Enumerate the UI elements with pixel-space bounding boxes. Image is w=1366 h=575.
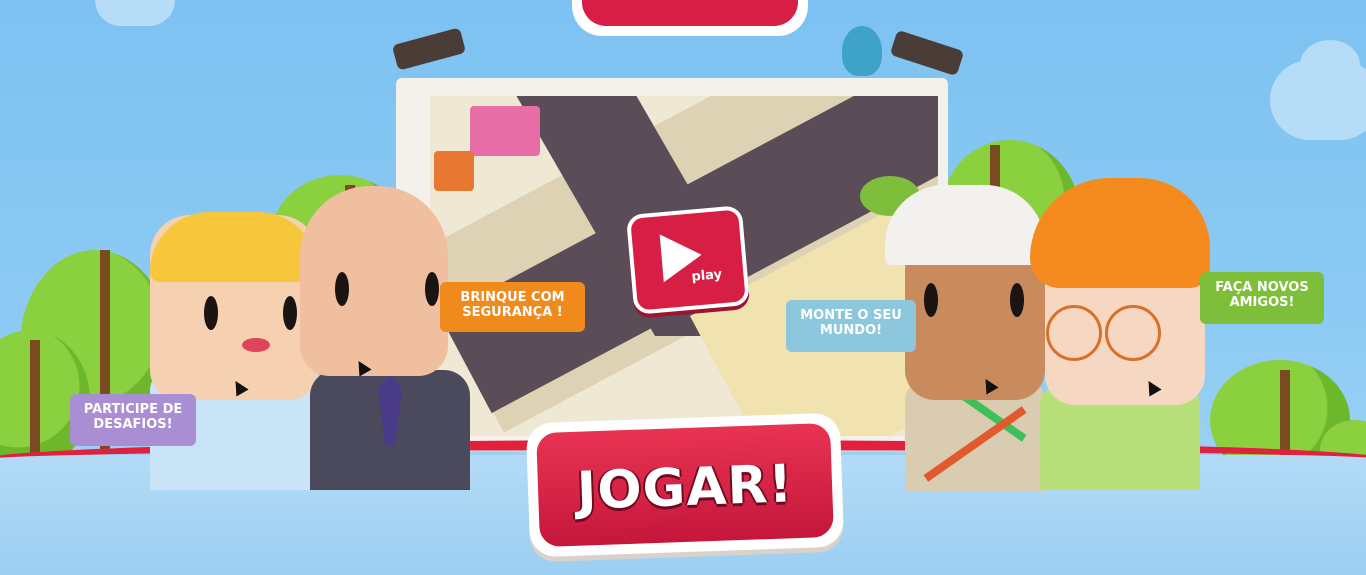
play-game-button[interactable]: JOGAR! xyxy=(525,412,845,558)
cap-icon xyxy=(885,185,1045,265)
bubble-faca: FAÇA NOVOS AMIGOS! xyxy=(1200,272,1324,324)
billboard-lamp xyxy=(391,27,467,71)
bubble-participe: PARTICIPE DE DESAFIOS! xyxy=(70,394,196,446)
play-label: play xyxy=(690,267,723,285)
play-game-label: JOGAR! xyxy=(575,454,795,522)
cloud xyxy=(95,0,175,26)
eye-icon xyxy=(924,283,938,317)
cloud xyxy=(1300,40,1360,90)
glasses-icon xyxy=(1105,305,1161,361)
house-icon xyxy=(470,106,540,156)
billboard-lamp xyxy=(889,29,965,77)
eye-icon xyxy=(425,272,439,306)
bubble-brinque: BRINQUE COM SEGURANÇA ! xyxy=(440,282,585,332)
lips-icon xyxy=(242,338,270,352)
character-girl-hair xyxy=(150,212,318,282)
game-logo[interactable] xyxy=(572,0,808,36)
house-icon xyxy=(434,151,474,191)
bubble-monte: MONTE O SEU MUNDO! xyxy=(786,300,916,352)
bird-icon xyxy=(842,26,882,76)
eye-icon xyxy=(335,272,349,306)
eye-icon xyxy=(1010,283,1024,317)
glasses-icon xyxy=(1046,305,1102,361)
tree-trunk xyxy=(30,340,40,460)
play-video-button[interactable]: play xyxy=(625,205,751,315)
eye-icon xyxy=(204,296,218,330)
eye-icon xyxy=(283,296,297,330)
